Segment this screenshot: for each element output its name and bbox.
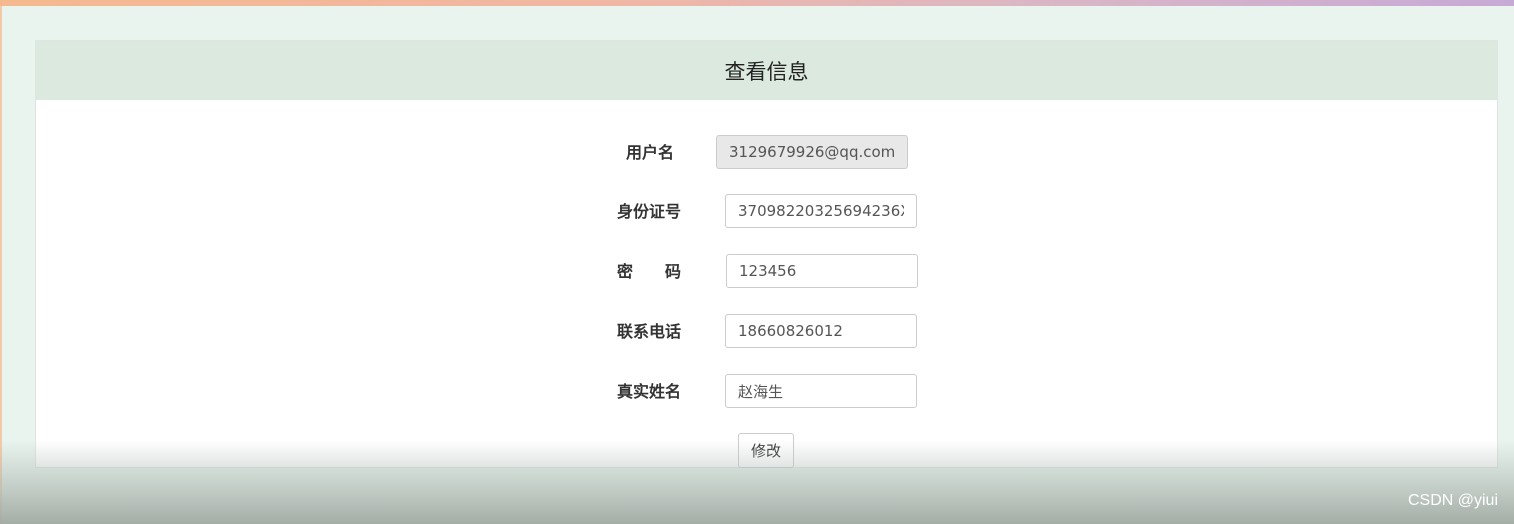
modify-button[interactable]: 修改	[738, 433, 794, 468]
watermark: CSDN @yiui	[1407, 492, 1498, 509]
username-row: 用户名	[36, 135, 1497, 171]
username-label: 用户名	[626, 143, 675, 162]
id-number-row: 身份证号	[36, 194, 1497, 230]
panel-header: 查看信息	[36, 41, 1497, 100]
real-name-row: 真实姓名	[36, 374, 1497, 410]
panel-title: 查看信息	[724, 59, 809, 84]
password-field[interactable]	[726, 254, 918, 288]
info-panel: 查看信息 用户名 身份证号 密 码 联系电话 真实姓名 修改	[35, 40, 1498, 468]
password-row: 密 码	[36, 254, 1497, 290]
phone-label: 联系电话	[617, 322, 682, 341]
real-name-field[interactable]	[725, 374, 917, 408]
real-name-label: 真实姓名	[617, 382, 682, 401]
password-label: 密 码	[617, 262, 682, 281]
id-number-label: 身份证号	[617, 202, 682, 221]
phone-field[interactable]	[725, 314, 917, 348]
id-number-field[interactable]	[725, 194, 917, 228]
phone-row: 联系电话	[36, 314, 1497, 350]
username-field[interactable]	[716, 135, 908, 169]
